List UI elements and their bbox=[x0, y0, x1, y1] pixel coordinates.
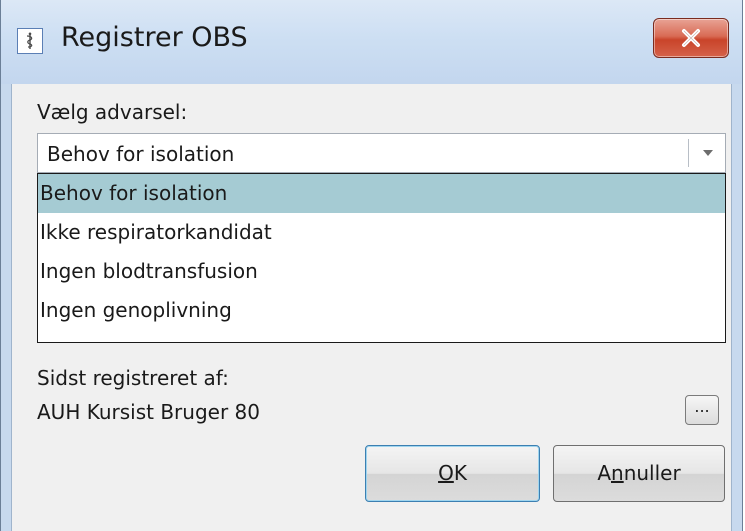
cancel-mnemonic: n bbox=[611, 461, 624, 485]
dialog-window: Registrer OBS Vælg advarsel: Behov for i… bbox=[0, 0, 743, 531]
ok-label: K bbox=[453, 461, 467, 485]
title-bar[interactable]: Registrer OBS bbox=[1, 0, 742, 84]
combobox-value: Behov for isolation bbox=[47, 142, 235, 166]
warning-dropdown-list: Behov for isolation Ikke respiratorkandi… bbox=[37, 173, 726, 343]
ok-button[interactable]: OK bbox=[365, 445, 540, 502]
dropdown-option[interactable]: Ingen blodtransfusion bbox=[38, 252, 725, 291]
browse-button[interactable]: ... bbox=[685, 395, 719, 425]
dropdown-option[interactable]: Ikke respiratorkandidat bbox=[38, 213, 725, 252]
last-registered-value: AUH Kursist Bruger 80 bbox=[37, 400, 260, 424]
close-button[interactable] bbox=[653, 18, 729, 58]
cancel-label-start: A bbox=[597, 461, 611, 485]
ok-mnemonic: O bbox=[438, 461, 454, 485]
last-registered-label: Sidst registreret af: bbox=[37, 366, 229, 390]
window-title: Registrer OBS bbox=[61, 22, 248, 53]
warning-combobox[interactable]: Behov for isolation bbox=[37, 133, 726, 173]
dialog-body: Vælg advarsel: Behov for isolation Behov… bbox=[11, 84, 732, 531]
cancel-label-end: nuller bbox=[623, 461, 681, 485]
cancel-button[interactable]: Annuller bbox=[553, 445, 725, 502]
combobox-divider bbox=[688, 139, 689, 167]
chevron-down-icon[interactable] bbox=[697, 140, 719, 166]
close-icon bbox=[682, 29, 700, 47]
warning-label: Vælg advarsel: bbox=[37, 100, 188, 124]
dropdown-option[interactable]: Behov for isolation bbox=[38, 174, 725, 213]
dropdown-option[interactable]: Ingen genoplivning bbox=[38, 291, 725, 330]
app-icon[interactable] bbox=[17, 28, 43, 54]
